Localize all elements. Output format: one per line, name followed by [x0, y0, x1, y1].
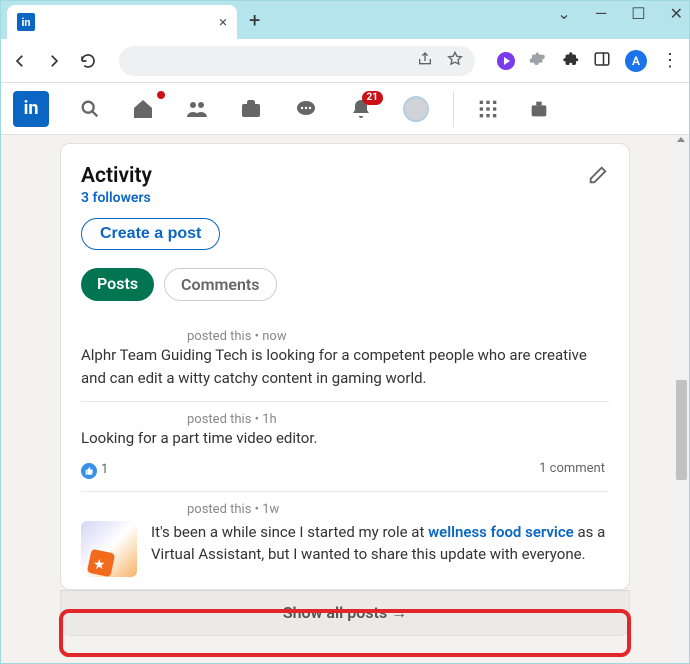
- notifications-badge: 21: [362, 91, 383, 105]
- window-close-button[interactable]: ✕: [670, 4, 683, 23]
- sidepanel-icon[interactable]: [593, 50, 611, 72]
- puzzle-extension-icon[interactable]: [561, 50, 579, 72]
- tab-close-button[interactable]: ×: [219, 13, 227, 31]
- tab-posts[interactable]: Posts: [81, 268, 154, 301]
- jobs-icon[interactable]: [239, 97, 263, 121]
- activity-post[interactable]: posted this • 1h Looking for a part time…: [81, 401, 609, 491]
- search-icon[interactable]: [79, 98, 101, 120]
- apps-grid-icon[interactable]: [478, 99, 498, 119]
- activity-post[interactable]: posted this • now Alphr Team Guiding Tec…: [81, 319, 609, 401]
- profile-avatar[interactable]: A: [625, 50, 647, 72]
- activity-post[interactable]: posted this • 1w It's been a while since…: [81, 491, 609, 589]
- home-badge: [157, 91, 165, 99]
- scroll-up-arrow[interactable]: [677, 137, 685, 142]
- post-image-thumb[interactable]: [81, 521, 137, 577]
- linkedin-navbar: in 21: [1, 83, 689, 135]
- post-body: Looking for a part time video editor.: [81, 427, 609, 450]
- post-body: It's been a while since I started my rol…: [151, 521, 609, 566]
- new-tab-button[interactable]: +: [249, 8, 260, 32]
- back-button[interactable]: [11, 52, 29, 70]
- post-meta: posted this • 1w: [187, 502, 609, 517]
- followers-link[interactable]: 3 followers: [81, 190, 152, 206]
- extension-media-icon[interactable]: [497, 52, 515, 70]
- like-icon: [81, 463, 97, 479]
- reload-button[interactable]: [79, 52, 97, 70]
- browser-menu-button[interactable]: ⋮: [661, 50, 679, 71]
- post-meta: posted this • 1h: [187, 412, 609, 427]
- scrollbar-thumb[interactable]: [676, 380, 687, 480]
- post-meta: posted this • now: [187, 329, 609, 344]
- window-minimize-button[interactable]: —: [595, 4, 608, 23]
- create-post-button[interactable]: Create a post: [81, 218, 220, 250]
- show-all-posts-button[interactable]: Show all posts →: [60, 590, 630, 636]
- notifications-icon[interactable]: 21: [349, 97, 373, 121]
- me-avatar[interactable]: [403, 96, 429, 122]
- edit-pencil-icon[interactable]: [587, 164, 609, 190]
- company-link[interactable]: wellness food service: [428, 523, 574, 541]
- bookmark-star-icon[interactable]: [447, 51, 463, 71]
- linkedin-logo[interactable]: in: [13, 91, 49, 127]
- linkedin-favicon: in: [17, 13, 35, 31]
- comment-count[interactable]: 1 comment: [539, 461, 605, 476]
- window-maximize-button[interactable]: ☐: [631, 4, 645, 23]
- browser-toolbar: A ⋮: [1, 39, 689, 83]
- window-titlebar: in × + ⌄ — ☐ ✕: [1, 1, 689, 39]
- share-icon[interactable]: [417, 51, 433, 71]
- address-bar[interactable]: [119, 46, 475, 76]
- post-body: Alphr Team Guiding Tech is looking for a…: [81, 344, 609, 389]
- page-content: Activity 3 followers Create a post Posts…: [1, 135, 689, 663]
- forward-button[interactable]: [45, 52, 63, 70]
- like-count[interactable]: 1: [81, 458, 108, 479]
- browser-tab[interactable]: in ×: [7, 5, 237, 39]
- home-icon[interactable]: [131, 97, 155, 121]
- post-job-icon[interactable]: [528, 98, 550, 120]
- scrollbar-track[interactable]: [674, 135, 689, 663]
- window-chevron-button[interactable]: ⌄: [557, 4, 570, 23]
- divider: [453, 91, 454, 127]
- extension-icon[interactable]: [529, 50, 547, 72]
- activity-title: Activity: [81, 164, 152, 188]
- tab-comments[interactable]: Comments: [164, 268, 276, 301]
- network-icon[interactable]: [185, 97, 209, 121]
- messaging-icon[interactable]: [293, 97, 319, 121]
- activity-card: Activity 3 followers Create a post Posts…: [60, 143, 630, 590]
